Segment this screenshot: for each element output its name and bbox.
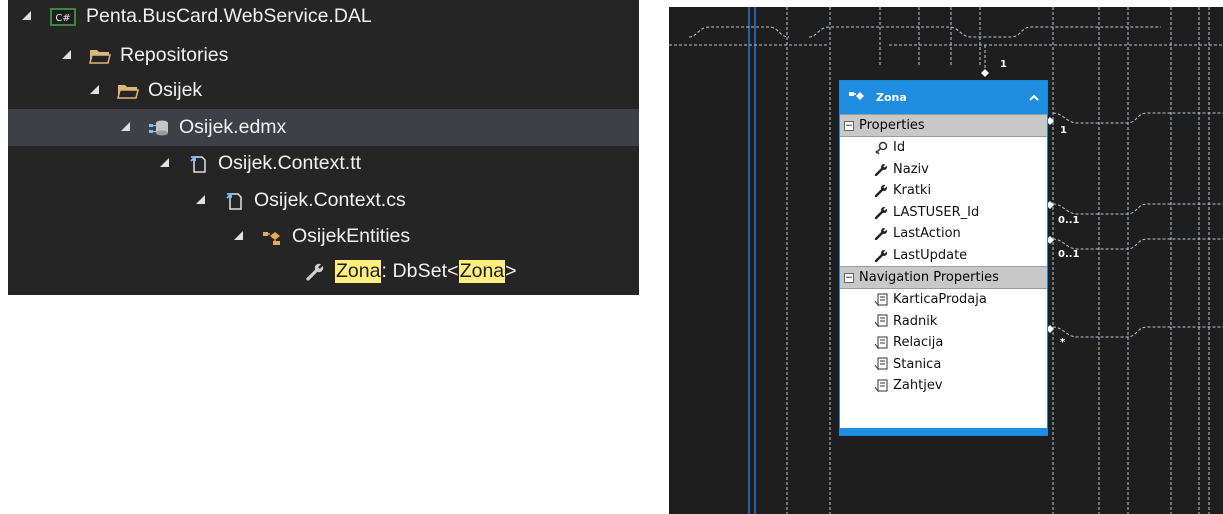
solution-explorer-tree: C# Penta.BusCard.WebService.DAL Reposito… — [8, 0, 639, 295]
navigation-property-icon — [873, 357, 889, 371]
edmx-designer-canvas[interactable]: 1 1 0..1 0..1 * Zona − Properties Id Naz… — [669, 7, 1223, 514]
navigation-property-icon — [873, 336, 889, 350]
navigation-radnik[interactable]: Radnik — [840, 311, 1047, 333]
collapse-box-icon[interactable]: − — [844, 272, 854, 283]
svg-text:C#: C# — [55, 13, 70, 24]
property-wrench-icon — [873, 163, 889, 176]
property-lastuser-id[interactable]: LASTUSER_Id — [840, 202, 1047, 224]
entity-class-icon — [261, 227, 283, 247]
multiplicity-label: * — [1060, 337, 1066, 348]
property-kratki[interactable]: Kratki — [840, 180, 1047, 202]
property-wrench-icon — [873, 227, 889, 241]
property-naziv[interactable]: Naziv — [840, 159, 1047, 181]
collapse-chevron-icon[interactable] — [1029, 91, 1039, 105]
navigation-property-icon — [873, 314, 889, 328]
tree-item-label: Repositories — [120, 44, 229, 66]
multiplicity-label: 1 — [1000, 59, 1007, 70]
cs-file-icon — [223, 191, 245, 211]
multiplicity-label: 0..1 — [1058, 249, 1080, 260]
entity-footer — [840, 428, 1047, 435]
navigation-property-icon — [873, 293, 889, 307]
member-type: Zona — [458, 260, 506, 283]
entity-header[interactable]: Zona — [840, 81, 1047, 114]
tree-item-project[interactable]: C# Penta.BusCard.WebService.DAL — [8, 0, 639, 35]
folder-icon — [117, 81, 139, 101]
property-lastaction[interactable]: LastAction — [840, 223, 1047, 245]
tree-item-context-cs[interactable]: Osijek.Context.cs — [8, 182, 639, 219]
property-lastupdate[interactable]: LastUpdate — [840, 245, 1047, 267]
expand-arrow-icon[interactable] — [121, 122, 130, 131]
properties-section-header[interactable]: − Properties — [840, 114, 1047, 137]
entity-zona[interactable]: Zona − Properties Id Naziv Kratki LASTUS… — [839, 80, 1048, 436]
navigation-property-icon — [873, 379, 889, 393]
member-name: Zona — [335, 260, 382, 283]
tree-item-zona-member[interactable]: Zona : DbSet< Zona > — [8, 253, 639, 290]
tree-item-label: Osijek — [148, 79, 203, 101]
property-wrench-icon — [873, 249, 889, 262]
folder-icon — [89, 46, 111, 66]
tree-item-repositories[interactable]: Repositories — [8, 37, 639, 74]
navigation-zahtjev[interactable]: Zahtjev — [840, 375, 1047, 397]
expand-arrow-icon[interactable] — [234, 231, 243, 240]
navigation-relacija[interactable]: Relacija — [840, 332, 1047, 354]
property-wrench-icon — [304, 262, 326, 282]
tree-item-label: Osijek.edmx — [179, 116, 287, 138]
expand-arrow-icon[interactable] — [160, 158, 169, 167]
collapse-box-icon[interactable]: − — [844, 120, 854, 131]
tree-item-label: Osijek.Context.tt — [218, 152, 362, 174]
entity-type-icon — [848, 90, 866, 105]
key-icon — [873, 141, 889, 155]
entity-name: Zona — [876, 91, 907, 104]
template-file-icon — [187, 154, 209, 174]
multiplicity-label: 1 — [1060, 125, 1067, 136]
navigation-karticaprodaja[interactable]: KarticaProdaja — [840, 289, 1047, 311]
property-wrench-icon — [873, 184, 889, 198]
expand-arrow-icon[interactable] — [90, 85, 99, 94]
tree-item-osijek-edmx[interactable]: Osijek.edmx — [8, 109, 639, 146]
csharp-project-icon: C# — [49, 7, 77, 27]
navigation-stanica[interactable]: Stanica — [840, 354, 1047, 376]
multiplicity-label: 0..1 — [1058, 215, 1080, 226]
tree-item-context-tt[interactable]: Osijek.Context.tt — [8, 145, 639, 182]
property-id[interactable]: Id — [840, 137, 1047, 159]
expand-arrow-icon[interactable] — [62, 50, 71, 59]
edmx-icon — [148, 118, 170, 138]
tree-item-label: OsijekEntities — [292, 225, 411, 247]
member-close: > — [505, 260, 517, 282]
expand-arrow-icon[interactable] — [196, 195, 205, 204]
member-separator: : DbSet< — [381, 260, 459, 282]
tree-item-label: Penta.BusCard.WebService.DAL — [86, 5, 372, 27]
tree-item-osijek-entities[interactable]: OsijekEntities — [8, 218, 639, 255]
navigation-section-header[interactable]: − Navigation Properties — [840, 266, 1047, 289]
expand-arrow-icon[interactable] — [22, 11, 31, 20]
property-wrench-icon — [873, 206, 889, 219]
tree-item-osijek-folder[interactable]: Osijek — [8, 72, 639, 109]
tree-item-label: Osijek.Context.cs — [254, 189, 406, 211]
